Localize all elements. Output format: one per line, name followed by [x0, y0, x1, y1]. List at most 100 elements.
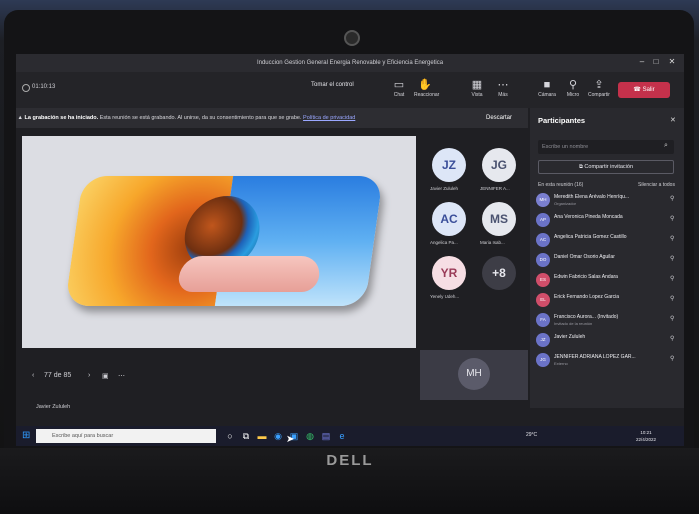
search-icon[interactable]: ○ [224, 429, 236, 443]
leave-button[interactable]: ☎ Salir [618, 82, 670, 98]
avatar: FA [536, 313, 550, 327]
taskbar-clock[interactable]: 10:21 22/4/2022 [636, 429, 656, 443]
chrome-icon[interactable]: ◍ [304, 429, 316, 443]
participant-tile-name: Angelica Pa... [430, 240, 458, 245]
participant-name: JENNIFER ADRIANA LOPEZ GAR... [554, 354, 636, 360]
slide-image [64, 176, 384, 306]
camera-icon: ■ [543, 79, 551, 91]
participant-tile[interactable]: AC [432, 202, 466, 236]
close-panel-icon[interactable]: ✕ [670, 116, 676, 124]
avatar: JG [536, 353, 550, 367]
hand-image [176, 256, 322, 292]
chat-button[interactable]: ▭ Chat [388, 78, 410, 104]
participant-name: Angelica Patricia Gomez Castillo [554, 234, 627, 240]
mic-off-icon: ⚲ [568, 79, 578, 91]
participant-role: Externo [554, 361, 568, 366]
task-view-icon[interactable]: ⧉ [240, 429, 252, 443]
slide-counter: 77 de 85 [44, 372, 72, 379]
participant-tile-name: JENNIFER A... [480, 186, 510, 191]
grid-view-icon[interactable]: ▣ [102, 372, 109, 380]
windows-start-icon[interactable]: ⊞ [22, 430, 30, 442]
participant-name: Edwin Fabricio Salas Andara [554, 274, 618, 280]
participant-row[interactable]: AC Angelica Patricia Gomez Castillo ⚲ [536, 232, 680, 250]
teams-icon[interactable]: ▤ [320, 429, 332, 443]
share-invite-button[interactable]: ⧉ Compartir invitación [538, 160, 674, 174]
view-icon: ▦ [471, 79, 483, 91]
participant-name: Javier Zululeh [554, 334, 586, 340]
mic-off-icon: ⚲ [670, 316, 675, 322]
participant-row[interactable]: JG JENNIFER ADRIANA LOPEZ GAR... Externo ⚲ [536, 352, 680, 370]
participant-tile-name: Javier Zululeh [430, 186, 459, 191]
window-title: Induccion Gestion General Energia Renova… [16, 54, 684, 72]
participant-name: Ana Veronica Pineda Moncada [554, 214, 623, 220]
panel-title: Participantes [538, 116, 586, 125]
share-icon: ⇪ [594, 79, 604, 91]
participant-search-input[interactable]: Escribe un nombre [538, 140, 674, 154]
meeting-timer: 01:10:13 [32, 84, 56, 90]
mic-off-icon: ⚲ [670, 216, 675, 222]
recording-banner-text: Esta reunión se está grabando. Al unirse… [99, 115, 302, 121]
more-participants-tile[interactable]: +8 [482, 256, 516, 290]
take-control-button[interactable]: Tomar el control [311, 82, 354, 88]
participant-row[interactable]: MH Meredith Elena Arévalo Henríqu... Organ… [536, 192, 680, 210]
search-icon: ⌕ [664, 142, 668, 149]
mic-off-icon: ⚲ [670, 296, 675, 302]
mic-off-icon: ⚲ [670, 356, 675, 362]
avatar: DO [536, 253, 550, 267]
participant-row[interactable]: FA Francisco Aurora... (Invitado) Invitado… [536, 312, 680, 330]
in-meeting-header[interactable]: En esta reunión (16) [538, 182, 583, 188]
mic-off-icon: ⚲ [670, 196, 675, 202]
participant-row[interactable]: AP Ana Veronica Pineda Moncada ⚲ [536, 212, 680, 230]
more-options-icon[interactable]: ⋯ [118, 372, 125, 380]
taskbar: ⊞ Escribe aquí para buscar ○ ⧉ ▬ ◉ ▣ ◍ ▤… [16, 426, 684, 446]
ie-icon[interactable]: e [336, 429, 348, 443]
participant-tile[interactable]: MS [482, 202, 516, 236]
edge-icon[interactable]: ◉ [272, 429, 284, 443]
participant-tile-name: Maria Isab... [480, 240, 505, 245]
view-button[interactable]: ▦ Vista [466, 78, 488, 104]
more-icon: ⋯ [497, 79, 509, 91]
avatar: EL [536, 293, 550, 307]
warning-icon: ▲ [16, 115, 25, 121]
participant-name: Daniel Omar Osorio Aguilar [554, 254, 615, 260]
camera-button[interactable]: ■ Cámara [536, 78, 558, 104]
participant-role: Invitado de la reunión [554, 321, 593, 326]
maximize-icon[interactable]: □ [652, 58, 660, 66]
dell-logo: DELL [326, 452, 374, 469]
participant-row[interactable]: JZ Javier Zululeh ⚲ [536, 332, 680, 350]
chat-icon: ▭ [393, 79, 405, 91]
minimize-icon[interactable]: – [638, 58, 646, 66]
dismiss-button[interactable]: Descartar [486, 112, 512, 124]
video-gallery: JZ Javier Zululeh JG JENNIFER A... AC An… [420, 136, 528, 348]
prev-slide-button[interactable]: ‹ [32, 372, 34, 379]
privacy-link[interactable]: Política de privacidad [303, 115, 355, 121]
recording-banner-title: La grabación se ha iniciado. [24, 115, 99, 121]
mic-button[interactable]: ⚲ Micro [562, 78, 584, 104]
avatar: JZ [536, 333, 550, 347]
webcam [344, 30, 360, 46]
participant-row[interactable]: ES Edwin Fabricio Salas Andara ⚲ [536, 272, 680, 290]
weather-widget[interactable]: 29°C [526, 432, 537, 438]
participant-row[interactable]: DO Daniel Omar Osorio Aguilar ⚲ [536, 252, 680, 270]
participant-name: Francisco Aurora... (Invitado) [554, 314, 619, 320]
more-button[interactable]: ⋯ Más [492, 78, 514, 104]
taskbar-search-input[interactable]: Escribe aquí para buscar [36, 429, 216, 443]
react-button[interactable]: ✋ Reaccionar [414, 78, 439, 104]
participant-tile[interactable]: JG [482, 148, 516, 182]
participant-tile[interactable]: YR [432, 256, 466, 290]
share-button[interactable]: ⇪ Compartir [588, 78, 610, 104]
close-icon[interactable]: ✕ [668, 58, 676, 66]
raise-hand-icon: ✋ [418, 79, 432, 91]
participant-row[interactable]: EL Erick Fernando Lopez Garcia ⚲ [536, 292, 680, 310]
self-video-tile: MH [420, 350, 528, 400]
file-explorer-icon[interactable]: ▬ [256, 429, 268, 443]
mute-all-button[interactable]: Silenciar a todos [638, 182, 675, 188]
participant-name: Meredith Elena Arévalo Henríqu... [554, 194, 630, 200]
mic-off-icon: ⚲ [670, 336, 675, 342]
mic-off-icon: ⚲ [670, 236, 675, 242]
avatar: MH [536, 193, 550, 207]
participant-tile[interactable]: JZ [432, 148, 466, 182]
mic-off-icon: ⚲ [670, 256, 675, 262]
next-slide-button[interactable]: › [88, 372, 90, 379]
recording-banner: ▲ La grabación se ha iniciado. Esta reun… [16, 108, 528, 128]
